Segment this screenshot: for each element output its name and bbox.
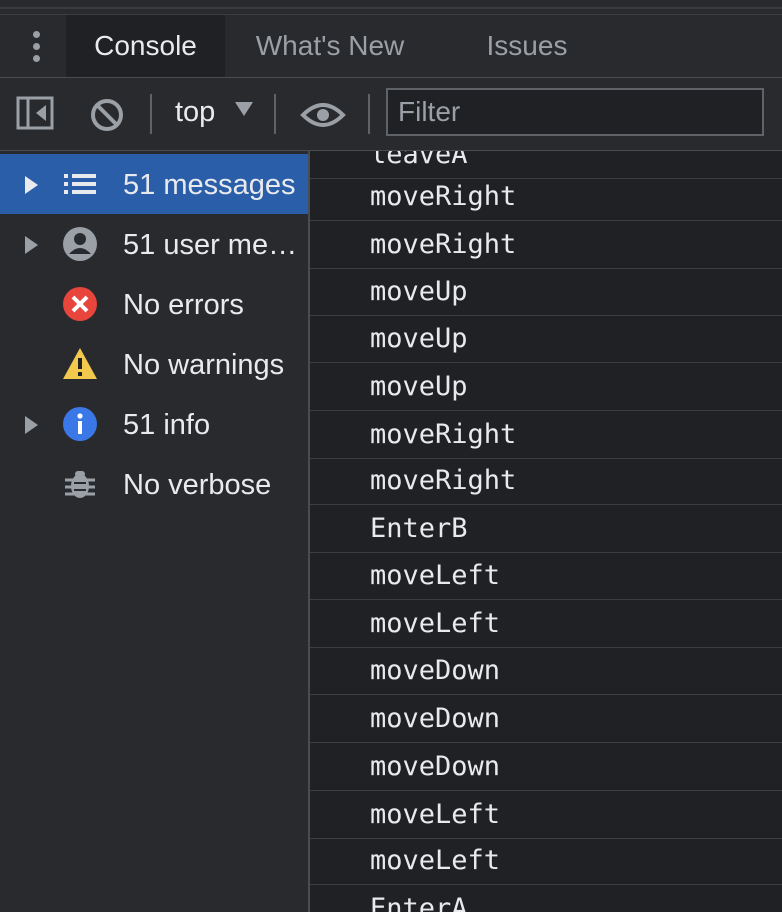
console-message-row[interactable]: EnterB [310, 505, 782, 553]
context-label: top [175, 96, 216, 128]
console-message-row[interactable]: moveUp [310, 268, 782, 316]
console-message-text: moveRight [370, 465, 517, 496]
bug-icon [65, 471, 95, 498]
console-message-text: leaveA [370, 151, 468, 170]
sidebar-item-label: 51 info [123, 409, 211, 441]
console-message-text: moveDown [370, 751, 501, 782]
console-message-row[interactable]: moveRight [310, 457, 782, 505]
sidebar-item-label: No warnings [123, 349, 285, 381]
toggle-sidebar-icon[interactable] [16, 96, 56, 132]
sidebar-item-label: 51 messages [123, 169, 296, 201]
console-message-text: moveRight [370, 419, 517, 450]
console-message-text: moveDown [370, 655, 501, 686]
more-options-icon[interactable] [26, 31, 46, 65]
console-message-row[interactable]: moveLeft [310, 552, 782, 600]
console-message-text: moveUp [370, 371, 468, 402]
window-top-strip [0, 0, 782, 15]
sidebar-item-info[interactable]: 51 info [0, 394, 308, 454]
console-message-row[interactable]: moveUp [310, 363, 782, 411]
console-message-text: moveLeft [370, 560, 501, 591]
sidebar-item-errors[interactable]: No errors [0, 274, 308, 334]
console-sidebar: 51 messages 51 user me… No errors No war… [0, 151, 310, 912]
console-message-row[interactable]: moveDown [310, 743, 782, 791]
error-icon [63, 287, 97, 321]
console-message-text: EnterB [370, 513, 468, 544]
tab-issues[interactable]: Issues [462, 15, 592, 77]
sidebar-item-messages[interactable]: 51 messages [0, 154, 308, 214]
sidebar-item-warnings[interactable]: No warnings [0, 334, 308, 394]
console-message-row[interactable]: moveDown [310, 695, 782, 743]
info-icon [63, 407, 97, 441]
devtools-tab-bar: Console What's New Issues [0, 15, 782, 78]
console-message-text: moveDown [370, 703, 501, 734]
sidebar-item-user-messages[interactable]: 51 user me… [0, 214, 308, 274]
console-message-row[interactable]: moveDown [310, 647, 782, 695]
sidebar-item-label: 51 user me… [123, 229, 298, 261]
live-expression-eye-icon[interactable] [300, 100, 346, 130]
user-icon [63, 227, 97, 261]
console-message-text: moveLeft [370, 845, 501, 876]
console-message-text: EnterA [370, 893, 468, 912]
tab-whats-new[interactable]: What's New [230, 15, 430, 77]
console-message-text: moveRight [370, 229, 517, 260]
console-message-row[interactable]: moveLeft [310, 791, 782, 839]
console-message-row[interactable]: moveRight [310, 411, 782, 459]
console-message-text: moveLeft [370, 608, 501, 639]
sidebar-item-verbose[interactable]: No verbose [0, 454, 308, 514]
sidebar-item-label: No verbose [123, 469, 272, 501]
filter-input[interactable] [386, 88, 764, 136]
console-messages-panel[interactable]: leaveA moveRight moveRight moveUp moveUp… [310, 151, 782, 912]
console-message-text: moveUp [370, 276, 468, 307]
dropdown-arrow-icon [235, 102, 253, 116]
expand-arrow-icon[interactable] [25, 176, 38, 194]
console-message-text: moveRight [370, 181, 517, 212]
expand-arrow-icon[interactable] [25, 236, 38, 254]
toolbar-divider [368, 94, 370, 134]
clear-console-icon[interactable] [88, 96, 126, 134]
console-message-text: moveUp [370, 323, 468, 354]
sidebar-item-label: No errors [123, 289, 244, 321]
warning-icon [63, 348, 97, 379]
console-toolbar: top [0, 78, 782, 151]
console-message-row[interactable]: moveLeft [310, 837, 782, 885]
console-message-text: moveLeft [370, 799, 501, 830]
context-selector[interactable]: top [175, 96, 253, 129]
expand-arrow-icon[interactable] [25, 416, 38, 434]
list-icon [64, 174, 96, 194]
tab-console[interactable]: Console [66, 15, 225, 77]
console-message-row[interactable]: EnterA [310, 885, 782, 912]
console-message-row[interactable]: moveRight [310, 173, 782, 221]
console-message-row[interactable]: moveRight [310, 221, 782, 269]
console-message-row[interactable]: moveUp [310, 315, 782, 363]
toolbar-divider [150, 94, 152, 134]
toolbar-divider [274, 94, 276, 134]
console-message-row[interactable]: moveLeft [310, 600, 782, 648]
